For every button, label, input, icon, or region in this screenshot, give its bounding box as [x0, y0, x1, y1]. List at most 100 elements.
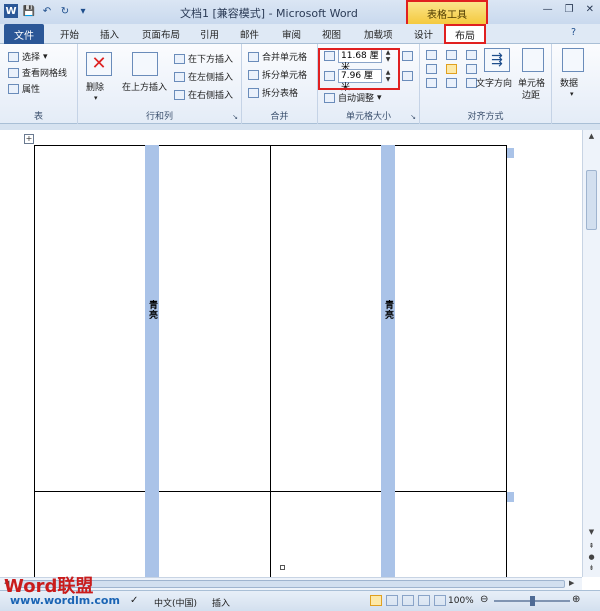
group-label-cell-size: 单元格大小 [345, 112, 391, 122]
alignment-grid [426, 50, 480, 88]
table-move-handle-icon[interactable]: + [24, 134, 34, 144]
web-layout-icon[interactable] [402, 595, 414, 606]
insert-above-icon[interactable] [132, 52, 158, 76]
table-tools-context-tab: 表格工具 [406, 0, 488, 24]
document-area: + 青亮 青亮 [0, 130, 582, 581]
cell-margins-label-2[interactable]: 边距 [522, 88, 540, 101]
align-middle-right-icon[interactable] [466, 64, 477, 74]
insert-mode-indicator[interactable]: 插入 [212, 596, 230, 609]
next-page-icon[interactable]: ⇟ [585, 564, 598, 574]
cell-size-launcher-icon[interactable]: ↘ [410, 113, 416, 121]
group-label-table: 表 [33, 112, 43, 122]
select-browse-object-icon[interactable]: ● [585, 553, 598, 563]
tab-page-layout[interactable]: 页面布局 [142, 27, 180, 44]
distribute-columns-icon[interactable] [402, 71, 413, 81]
align-top-right-icon[interactable] [466, 50, 477, 60]
previous-page-icon[interactable]: ⇞ [585, 542, 598, 552]
language-indicator[interactable]: 中文(中国) [154, 596, 197, 609]
delete-dropdown-icon[interactable]: ▾ [94, 94, 98, 102]
insert-above-button[interactable]: 在上方插入 [122, 80, 167, 93]
quick-access-toolbar: W 💾 ↶ ↻ ▾ [4, 4, 90, 18]
window-title: 文档1 [兼容模式] - Microsoft Word [180, 7, 358, 20]
align-bottom-left-icon[interactable] [426, 78, 437, 88]
split-table-button[interactable]: 拆分表格 [248, 86, 298, 99]
tab-file[interactable]: 文件 [4, 24, 44, 44]
tab-references[interactable]: 引用 [200, 27, 219, 44]
zoom-out-icon[interactable]: ⊖ [480, 594, 488, 605]
tab-review[interactable]: 审阅 [282, 27, 301, 44]
tab-design[interactable]: 设计 [414, 27, 433, 44]
end-of-row-mark [507, 148, 514, 158]
insert-left-icon [174, 71, 185, 82]
full-screen-reading-icon[interactable] [386, 595, 398, 606]
zoom-in-icon[interactable]: ⊕ [572, 594, 580, 605]
cell-size-highlight-box [318, 48, 400, 90]
group-rows-columns: ✕ 删除 ▾ 在上方插入 在下方插入 在左侧插入 在右侧插入 行和列 ↘ [78, 44, 242, 124]
text-direction-button[interactable]: 文字方向 [476, 76, 512, 89]
view-gridlines-button[interactable]: 查看网格线 [8, 66, 67, 79]
properties-button[interactable]: 属性 [8, 82, 40, 95]
outline-view-icon[interactable] [418, 595, 430, 606]
align-center-icon[interactable] [446, 64, 457, 74]
customize-qat-icon[interactable]: ▾ [76, 4, 90, 18]
insert-below-icon [174, 53, 185, 64]
delete-button[interactable]: 删除 [86, 80, 104, 93]
ribbon-tabs: 开始 插入 页面布局 引用 邮件 审阅 视图 加载项 设计 ? [0, 24, 600, 44]
restore-button[interactable]: ❐ [565, 4, 574, 15]
scroll-right-icon[interactable]: ▶ [569, 579, 574, 587]
zoom-slider-thumb[interactable] [530, 596, 535, 606]
window-controls: — ❐ ✕ [543, 4, 594, 15]
undo-icon[interactable]: ↶ [40, 4, 54, 18]
group-merge: 合并单元格 拆分单元格 拆分表格 合并 [242, 44, 318, 124]
insert-right-button[interactable]: 在右侧插入 [174, 88, 233, 101]
scroll-down-icon[interactable]: ▼ [585, 528, 598, 540]
minimize-button[interactable]: — [543, 4, 553, 15]
split-cells-button[interactable]: 拆分单元格 [248, 68, 307, 81]
group-data: 数据 ▾ [552, 44, 600, 124]
spelling-check-icon[interactable]: ✓ [130, 595, 138, 606]
text-direction-icon[interactable]: ⇶ [484, 48, 510, 72]
insert-below-button[interactable]: 在下方插入 [174, 52, 233, 65]
merge-cells-button[interactable]: 合并单元格 [248, 50, 307, 63]
split-table-icon [248, 87, 259, 98]
align-bottom-center-icon[interactable] [446, 78, 457, 88]
tab-mailings[interactable]: 邮件 [240, 27, 259, 44]
data-button[interactable]: 数据 [560, 76, 578, 89]
align-middle-left-icon[interactable] [426, 64, 437, 74]
data-icon[interactable] [562, 48, 584, 72]
scroll-up-icon[interactable]: ▲ [585, 132, 598, 144]
align-top-center-icon[interactable] [446, 50, 457, 60]
align-top-left-icon[interactable] [426, 50, 437, 60]
print-layout-view-icon[interactable] [370, 595, 382, 606]
table-resize-handle-icon[interactable] [280, 565, 285, 570]
vertical-scroll-thumb[interactable] [586, 170, 597, 230]
close-button[interactable]: ✕ [586, 4, 594, 15]
tab-layout[interactable]: 布局 [444, 24, 486, 44]
tab-view[interactable]: 视图 [322, 27, 341, 44]
distribute-rows-icon[interactable] [402, 51, 413, 61]
cell-margins-icon[interactable] [522, 48, 544, 72]
help-icon[interactable]: ? [571, 27, 576, 44]
group-alignment: ⇶ 文字方向 单元格 边距 对齐方式 [420, 44, 552, 124]
autofit-button[interactable]: 自动调整 ▾ [324, 91, 382, 104]
end-of-row-mark-2 [507, 492, 514, 502]
delete-icon[interactable]: ✕ [86, 52, 112, 76]
cell-vertical-text-2: 青亮 [383, 300, 393, 320]
insert-left-button[interactable]: 在左侧插入 [174, 70, 233, 83]
draft-view-icon[interactable] [434, 595, 446, 606]
group-label-merge: 合并 [270, 112, 289, 122]
rows-columns-launcher-icon[interactable]: ↘ [232, 113, 238, 121]
data-dropdown-icon[interactable]: ▾ [570, 90, 574, 98]
zoom-level[interactable]: 100% [448, 596, 474, 606]
select-button[interactable]: 选择 ▾ [8, 50, 48, 63]
tab-insert[interactable]: 插入 [100, 27, 119, 44]
save-icon[interactable]: 💾 [22, 4, 36, 18]
selection-highlight-col2 [381, 145, 395, 577]
vertical-scrollbar[interactable]: ▲ ▼ ⇞ ● ⇟ [582, 130, 600, 577]
redo-icon[interactable]: ↻ [58, 4, 72, 18]
autofit-icon [324, 92, 335, 103]
ribbon: 选择 ▾ 查看网格线 属性 表 ✕ 删除 ▾ 在上方插入 在下方插入 在左侧插入 … [0, 44, 600, 124]
tab-home[interactable]: 开始 [60, 27, 79, 44]
tab-addins[interactable]: 加载项 [364, 27, 393, 44]
horizontal-scroll-thumb[interactable] [20, 580, 565, 588]
